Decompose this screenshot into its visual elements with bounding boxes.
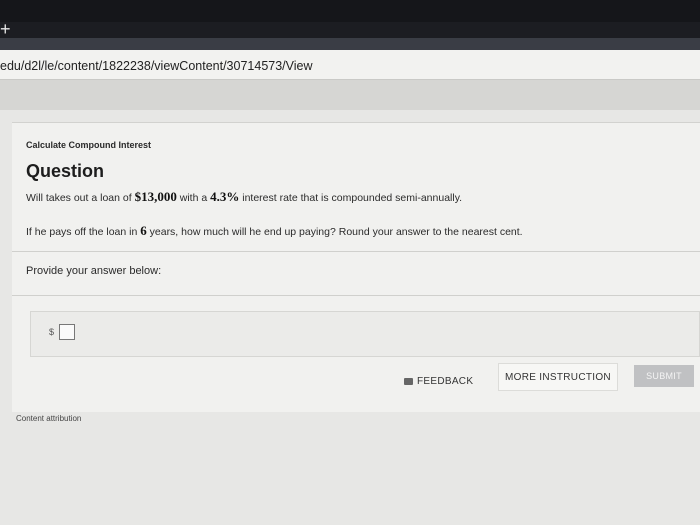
content-page: Calculate Compound Interest Question Wil… <box>0 110 700 525</box>
question-text-line2: If he pays off the loan in 6 years, how … <box>26 223 523 239</box>
plus-icon[interactable]: + <box>0 20 11 38</box>
tab-strip <box>0 38 700 50</box>
divider <box>12 251 700 252</box>
feedback-button[interactable]: FEEDBACK <box>404 376 473 387</box>
answer-input[interactable] <box>59 324 75 340</box>
line1-post: interest rate that is compounded semi-an… <box>239 192 463 204</box>
question-title: Question <box>26 161 105 181</box>
currency-symbol: $ <box>49 327 55 337</box>
address-bar[interactable]: edu/d2l/le/content/1822238/viewContent/3… <box>0 50 700 80</box>
feedback-icon <box>404 378 413 385</box>
loan-amount: $13,000 <box>134 189 177 204</box>
top-bezel <box>0 0 700 22</box>
question-card: Calculate Compound Interest Question Wil… <box>12 122 700 412</box>
answer-area: $ <box>30 311 700 357</box>
submit-button[interactable]: SUBMIT <box>634 365 694 387</box>
question-subtitle: Calculate Compound Interest <box>26 140 152 150</box>
interest-rate: 4.3% <box>210 189 240 204</box>
provide-answer-label: Provide your answer below: <box>26 265 162 277</box>
url-text[interactable]: edu/d2l/le/content/1822238/viewContent/3… <box>0 59 313 73</box>
line2-post: years, how much will he end up paying? R… <box>146 226 523 238</box>
line1-pre: Will takes out a loan of <box>26 192 135 204</box>
line2-pre: If he pays off the loan in <box>26 226 141 238</box>
divider <box>12 295 700 296</box>
line1-mid: with a <box>176 192 211 204</box>
feedback-label: FEEDBACK <box>417 376 474 387</box>
page-toolbar <box>0 80 700 110</box>
question-text-line1: Will takes out a loan of $13,000 with a … <box>26 189 462 205</box>
more-instruction-button[interactable]: MORE INSTRUCTION <box>498 363 618 391</box>
content-attribution-link[interactable]: Content attribution <box>16 414 81 423</box>
